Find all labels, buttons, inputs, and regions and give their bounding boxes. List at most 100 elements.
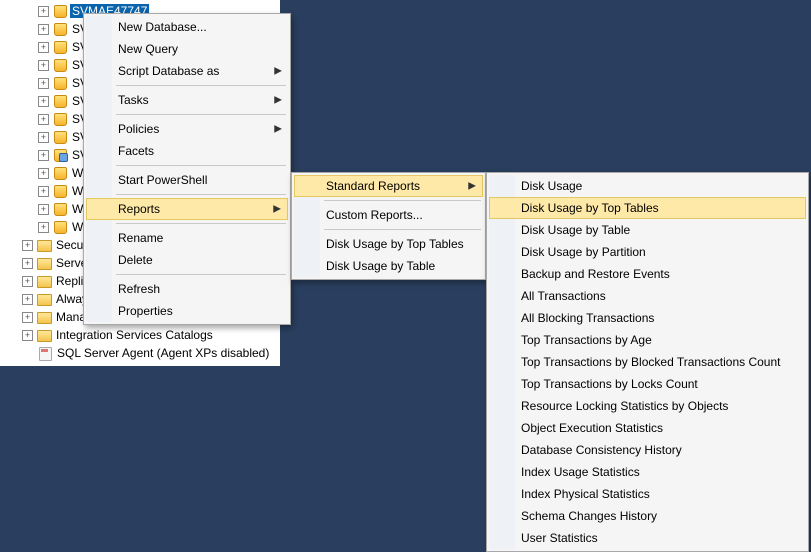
expand-icon[interactable]: + [38,24,49,35]
menu-item[interactable]: All Blocking Transactions [489,307,806,329]
menu-item[interactable]: Backup and Restore Events [489,263,806,285]
menu-item-label: Top Transactions by Blocked Transactions… [521,355,780,369]
database-icon [52,22,68,36]
menu-item[interactable]: Start PowerShell [86,169,288,191]
menu-item[interactable]: Policies▶ [86,118,288,140]
expand-icon[interactable]: + [22,330,33,341]
database-icon [52,4,68,18]
submenu-standard-reports[interactable]: Disk Usage Disk Usage by Top Tables Disk U… [486,172,809,552]
submenu-arrow-icon: ▶ [273,204,281,215]
database-icon [52,112,68,126]
menu-item[interactable]: New Database... [86,16,288,38]
menu-item-label: Disk Usage by Top Tables [326,237,464,251]
database-icon [52,148,68,162]
agent-icon [37,346,53,360]
expand-icon[interactable]: + [22,294,33,305]
database-icon [52,40,68,54]
submenu-reports[interactable]: Standard Reports▶ Custom Reports... Disk U… [291,172,486,280]
menu-item-label: Disk Usage by Table [521,223,630,237]
menu-item[interactable]: Top Transactions by Locks Count [489,373,806,395]
context-menu-database[interactable]: New Database...New QueryScript Database … [83,13,291,325]
menu-item-label: Top Transactions by Locks Count [521,377,698,391]
expand-icon[interactable]: + [38,96,49,107]
menu-item[interactable]: Disk Usage by Table [489,219,806,241]
expand-icon[interactable]: + [38,150,49,161]
menu-item[interactable]: Index Physical Statistics [489,483,806,505]
menu-item[interactable]: Disk Usage by Top Tables [294,233,483,255]
expand-icon[interactable]: + [22,258,33,269]
menu-item[interactable]: Disk Usage by Top Tables [489,197,806,219]
submenu-arrow-icon: ▶ [274,95,282,106]
menu-item[interactable]: Schema Changes History [489,505,806,527]
menu-item-label: Delete [118,253,153,267]
menu-item-label: Disk Usage by Top Tables [521,201,659,215]
menu-item[interactable]: Disk Usage [489,175,806,197]
expand-icon[interactable]: + [38,132,49,143]
menu-item[interactable]: Reports▶ [86,198,288,220]
expand-icon[interactable]: + [38,60,49,71]
expand-icon[interactable]: + [38,186,49,197]
tree-row-agent[interactable]: SQL Server Agent (Agent XPs disabled) [4,344,276,362]
menu-item[interactable]: Index Usage Statistics [489,461,806,483]
folder-icon [36,310,52,324]
menu-item-label: Start PowerShell [118,173,207,187]
folder-icon [36,292,52,306]
menu-item[interactable]: Rename [86,227,288,249]
expand-icon[interactable]: + [22,240,33,251]
menu-item-label: Schema Changes History [521,509,657,523]
database-icon [52,184,68,198]
menu-item-label: Index Usage Statistics [521,465,640,479]
menu-item[interactable]: Standard Reports▶ [294,175,483,197]
menu-item[interactable]: Delete [86,249,288,271]
database-icon [52,202,68,216]
menu-item-label: Disk Usage [521,179,582,193]
menu-item-label: Database Consistency History [521,443,682,457]
menu-separator [324,200,481,201]
menu-item-label: User Statistics [521,531,598,545]
menu-item[interactable]: User Statistics [489,527,806,549]
menu-item[interactable]: Refresh [86,278,288,300]
menu-separator [324,229,481,230]
menu-item-label: Backup and Restore Events [521,267,670,281]
menu-item[interactable]: All Transactions [489,285,806,307]
tree-row-folder[interactable]: +Integration Services Catalogs [4,326,276,344]
folder-icon [36,328,52,342]
expand-icon[interactable]: + [22,312,33,323]
expand-icon[interactable]: + [38,6,49,17]
expand-icon[interactable]: + [38,168,49,179]
expand-icon[interactable]: + [38,114,49,125]
menu-separator [116,194,286,195]
menu-item-label: Policies [118,122,159,136]
expand-icon[interactable]: + [38,204,49,215]
menu-item[interactable]: Database Consistency History [489,439,806,461]
database-icon [52,220,68,234]
menu-item[interactable]: Script Database as▶ [86,60,288,82]
folder-icon [36,238,52,252]
menu-separator [116,274,286,275]
menu-item[interactable]: Facets [86,140,288,162]
submenu-arrow-icon: ▶ [468,181,476,192]
menu-item-label: Refresh [118,282,160,296]
menu-item[interactable]: Resource Locking Statistics by Objects [489,395,806,417]
expand-icon[interactable]: + [38,222,49,233]
menu-separator [116,165,286,166]
menu-item[interactable]: Properties [86,300,288,322]
database-icon [52,94,68,108]
menu-item-label: All Blocking Transactions [521,311,654,325]
expand-icon[interactable]: + [22,276,33,287]
menu-item[interactable]: New Query [86,38,288,60]
menu-item[interactable]: Object Execution Statistics [489,417,806,439]
expand-icon[interactable]: + [38,78,49,89]
menu-item[interactable]: Disk Usage by Table [294,255,483,277]
menu-item-label: All Transactions [521,289,606,303]
folder-icon [36,274,52,288]
database-icon [52,130,68,144]
expand-icon[interactable]: + [38,42,49,53]
menu-item-label: Rename [118,231,163,245]
menu-item[interactable]: Disk Usage by Partition [489,241,806,263]
database-icon [52,76,68,90]
menu-item[interactable]: Custom Reports... [294,204,483,226]
menu-item[interactable]: Top Transactions by Blocked Transactions… [489,351,806,373]
menu-item[interactable]: Top Transactions by Age [489,329,806,351]
menu-item[interactable]: Tasks▶ [86,89,288,111]
